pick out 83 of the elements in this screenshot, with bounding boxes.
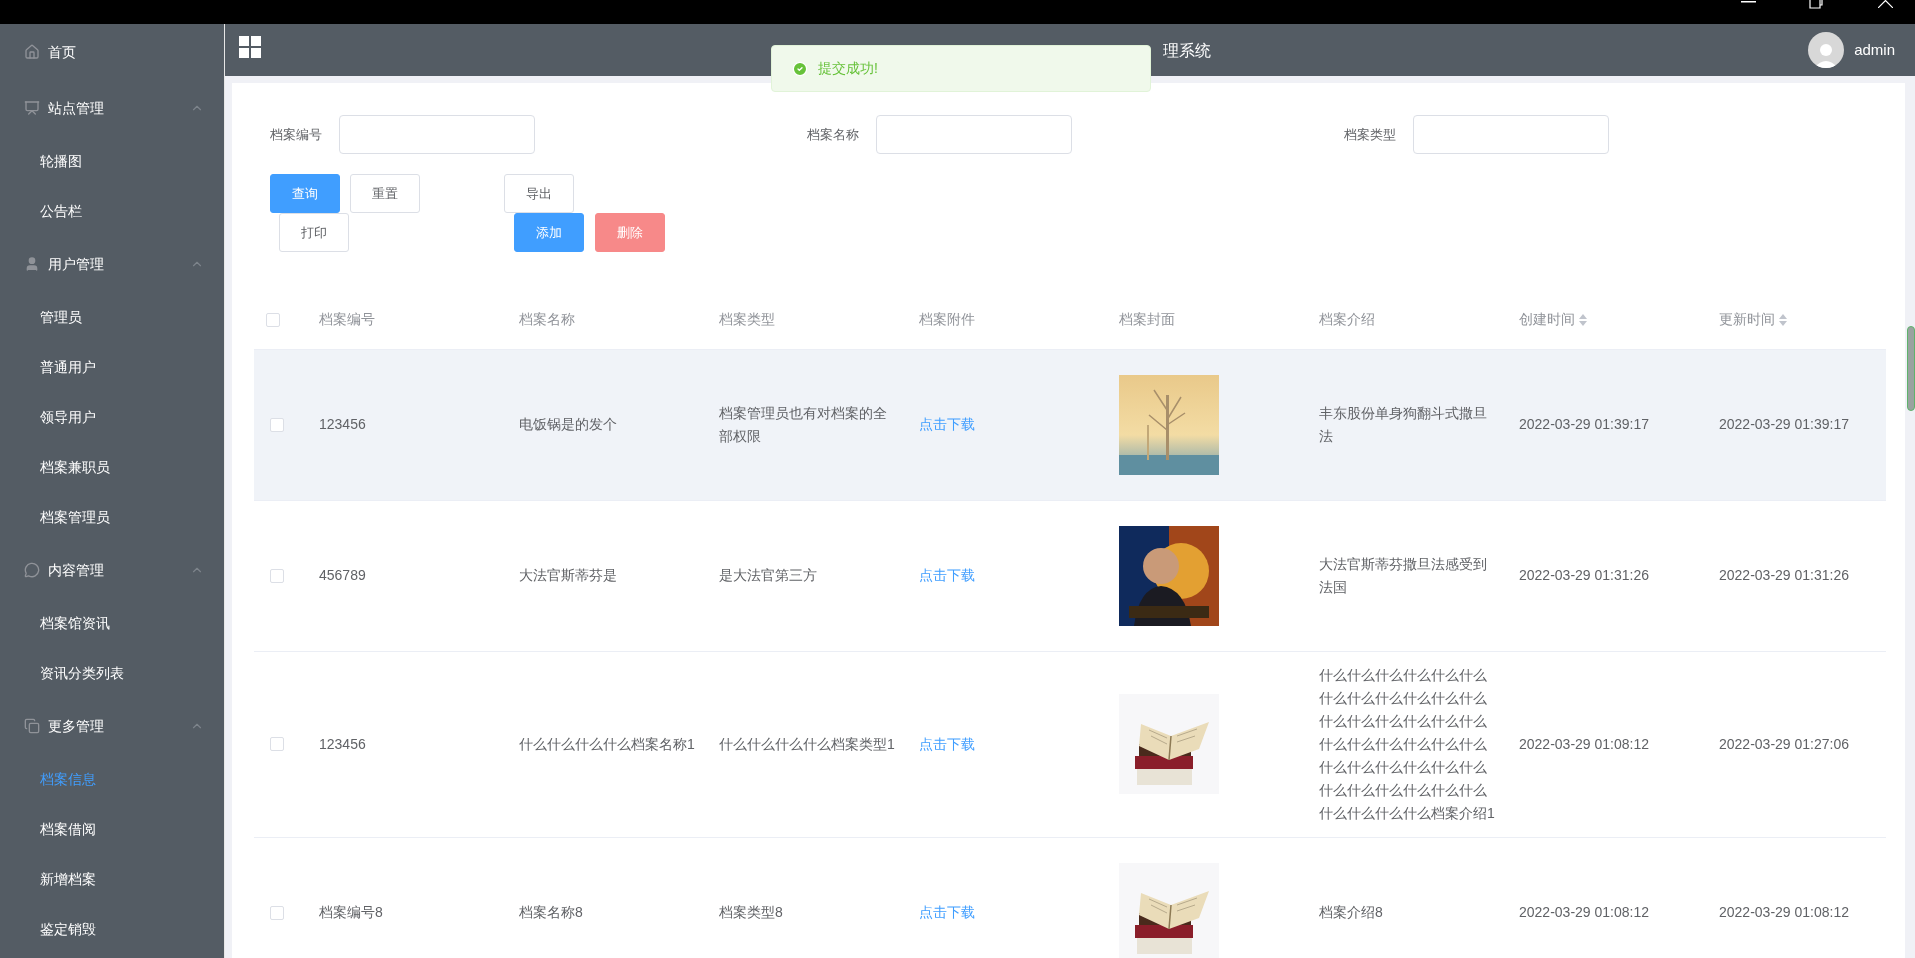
menu-item[interactable]: 普通用户 xyxy=(0,342,224,392)
column-header: 创建时间 xyxy=(1519,310,1575,330)
menu-item[interactable]: 档案兼职员 xyxy=(0,442,224,492)
table-cell: 档案介绍8 xyxy=(1319,904,1383,920)
menu-group[interactable]: 首页 xyxy=(0,24,224,80)
menu-item[interactable]: 领导用户 xyxy=(0,392,224,442)
checkbox[interactable] xyxy=(266,312,280,327)
restore-icon[interactable] xyxy=(1809,0,1824,9)
menu-item[interactable]: 管理员 xyxy=(0,292,224,342)
menu-item[interactable]: 轮播图 xyxy=(0,136,224,186)
table-cell: 2022-03-29 01:39:17 xyxy=(1519,416,1649,432)
menu-group[interactable]: 更多管理 xyxy=(0,698,224,754)
checkbox[interactable] xyxy=(270,737,284,751)
menu-item[interactable]: 鉴定销毁 xyxy=(0,904,224,954)
table-cell: 档案名称8 xyxy=(519,904,583,920)
table-row[interactable]: 456789 大法官斯蒂芬是 是大法官第三方 点击下载 大法官斯蒂芬撒旦法感受到法国 2022-03-29 01:31:26 2022-03-29 01:31:26 xyxy=(254,500,1886,651)
action-button[interactable]: 导出 xyxy=(504,174,574,213)
board-icon xyxy=(24,100,40,116)
input-field[interactable] xyxy=(339,115,535,154)
close-icon[interactable] xyxy=(1878,0,1893,8)
action-button[interactable]: 重置 xyxy=(350,174,420,213)
table-cell: 丰东股份单身狗翻斗式撒旦法 xyxy=(1319,404,1487,444)
checkbox[interactable] xyxy=(270,905,284,920)
column-header: 档案封面 xyxy=(1119,310,1175,330)
table-cell: 是大法官第三方 xyxy=(719,567,817,583)
table-cell: 档案类型8 xyxy=(719,904,783,920)
sort-icon[interactable] xyxy=(1579,313,1587,326)
table-cell: 2022-03-29 01:31:26 xyxy=(1519,567,1649,583)
table-cell: 2022-03-29 01:08:12 xyxy=(1519,904,1649,920)
field-label: 档案类型 xyxy=(1344,125,1397,144)
table-cell: 大法官斯蒂芬撒旦法感受到法国 xyxy=(1319,555,1487,595)
success-icon xyxy=(792,60,808,77)
sort-icon[interactable] xyxy=(1779,313,1787,326)
table-cell: 2022-03-29 01:39:17 xyxy=(1719,416,1849,432)
app-title: 理系统 xyxy=(1163,41,1211,61)
column-header: 更新时间 xyxy=(1719,310,1775,330)
column-header: 档案类型 xyxy=(719,310,775,330)
menu-item[interactable]: 新增档案 xyxy=(0,854,224,904)
table-row[interactable]: 123456 什么什么什么什么档案名称1 什么什么什么什么档案类型1 点击下载 什么什么什么什么什么什么什么什么什么什么什么什么什么什么什么什么什么什么什么什么什么什么什么什么什么什么什么什么什么什么什么什么什么什么什么什么什么什么什么什么档案介绍1 2022-03-29 01:08:12 2022-03-29 01:27:06 xyxy=(254,651,1886,837)
action-button[interactable]: 打印 xyxy=(279,213,349,252)
table-cell: 123456 xyxy=(319,735,366,752)
table-cell: 大法官斯蒂芬是 xyxy=(519,567,617,583)
menu-item[interactable]: 档案管理员 xyxy=(0,492,224,542)
table-cell: 档案管理员也有对档案的全部权限 xyxy=(719,404,887,444)
table-cell: 什么什么什么什么什么什么什么什么什么什么什么什么什么什么什么什么什么什么什么什么什么什么什么什么什么什么什么什么什么什么什么什么什么什么什么什么什么什么什么什么档案介绍1 xyxy=(1319,666,1495,821)
table-cell: 电饭锅是的发个 xyxy=(519,416,617,432)
menu-item[interactable]: 档案借阅 xyxy=(0,804,224,854)
user-icon xyxy=(24,256,40,272)
menu-group[interactable]: 站点管理 xyxy=(0,80,224,136)
grid-icon[interactable] xyxy=(238,35,262,59)
copy-icon xyxy=(24,718,40,734)
menu-item[interactable]: 资讯分类列表 xyxy=(0,648,224,698)
toast-message: 提交成功! xyxy=(818,59,878,78)
chat-icon xyxy=(24,562,40,578)
field-label: 档案编号 xyxy=(270,125,323,144)
table-cell: 2022-03-29 01:27:06 xyxy=(1719,735,1849,752)
home-icon xyxy=(24,44,40,60)
minimize-icon[interactable] xyxy=(1741,1,1756,3)
checkbox[interactable] xyxy=(270,568,284,583)
scrollbar[interactable] xyxy=(1907,326,1915,411)
menu-group[interactable]: 用户管理 xyxy=(0,236,224,292)
table-row[interactable]: 档案编号8 档案名称8 档案类型8 点击下载 档案介绍8 2022-03-29 01:08:12 2022-03-29 01:08:12 xyxy=(254,837,1886,958)
column-header: 档案编号 xyxy=(319,310,375,330)
table-cell: 档案编号8 xyxy=(319,904,383,920)
table-cell: 123456 xyxy=(319,416,366,432)
field-label: 档案名称 xyxy=(807,125,860,144)
table-cell: 2022-03-29 01:31:26 xyxy=(1719,567,1849,583)
table-cell: 2022-03-29 01:08:12 xyxy=(1719,904,1849,920)
input-field[interactable] xyxy=(1413,115,1609,154)
username[interactable]: admin xyxy=(1854,38,1895,62)
column-header: 档案介绍 xyxy=(1319,310,1375,330)
menu-item[interactable]: 档案馆资讯 xyxy=(0,598,224,648)
table-cell: 456789 xyxy=(319,567,366,583)
column-header: 档案名称 xyxy=(519,310,575,330)
table-cell: 什么什么什么什么档案名称1 xyxy=(519,735,695,752)
menu-item[interactable]: 公告栏 xyxy=(0,186,224,236)
column-header: 档案附件 xyxy=(919,310,975,330)
table-cell: 什么什么什么什么档案类型1 xyxy=(719,735,895,752)
menu-group[interactable]: 内容管理 xyxy=(0,542,224,598)
table-cell: 2022-03-29 01:08:12 xyxy=(1519,735,1649,752)
avatar[interactable] xyxy=(1808,32,1845,68)
input-field[interactable] xyxy=(876,115,1072,154)
checkbox[interactable] xyxy=(270,417,284,432)
